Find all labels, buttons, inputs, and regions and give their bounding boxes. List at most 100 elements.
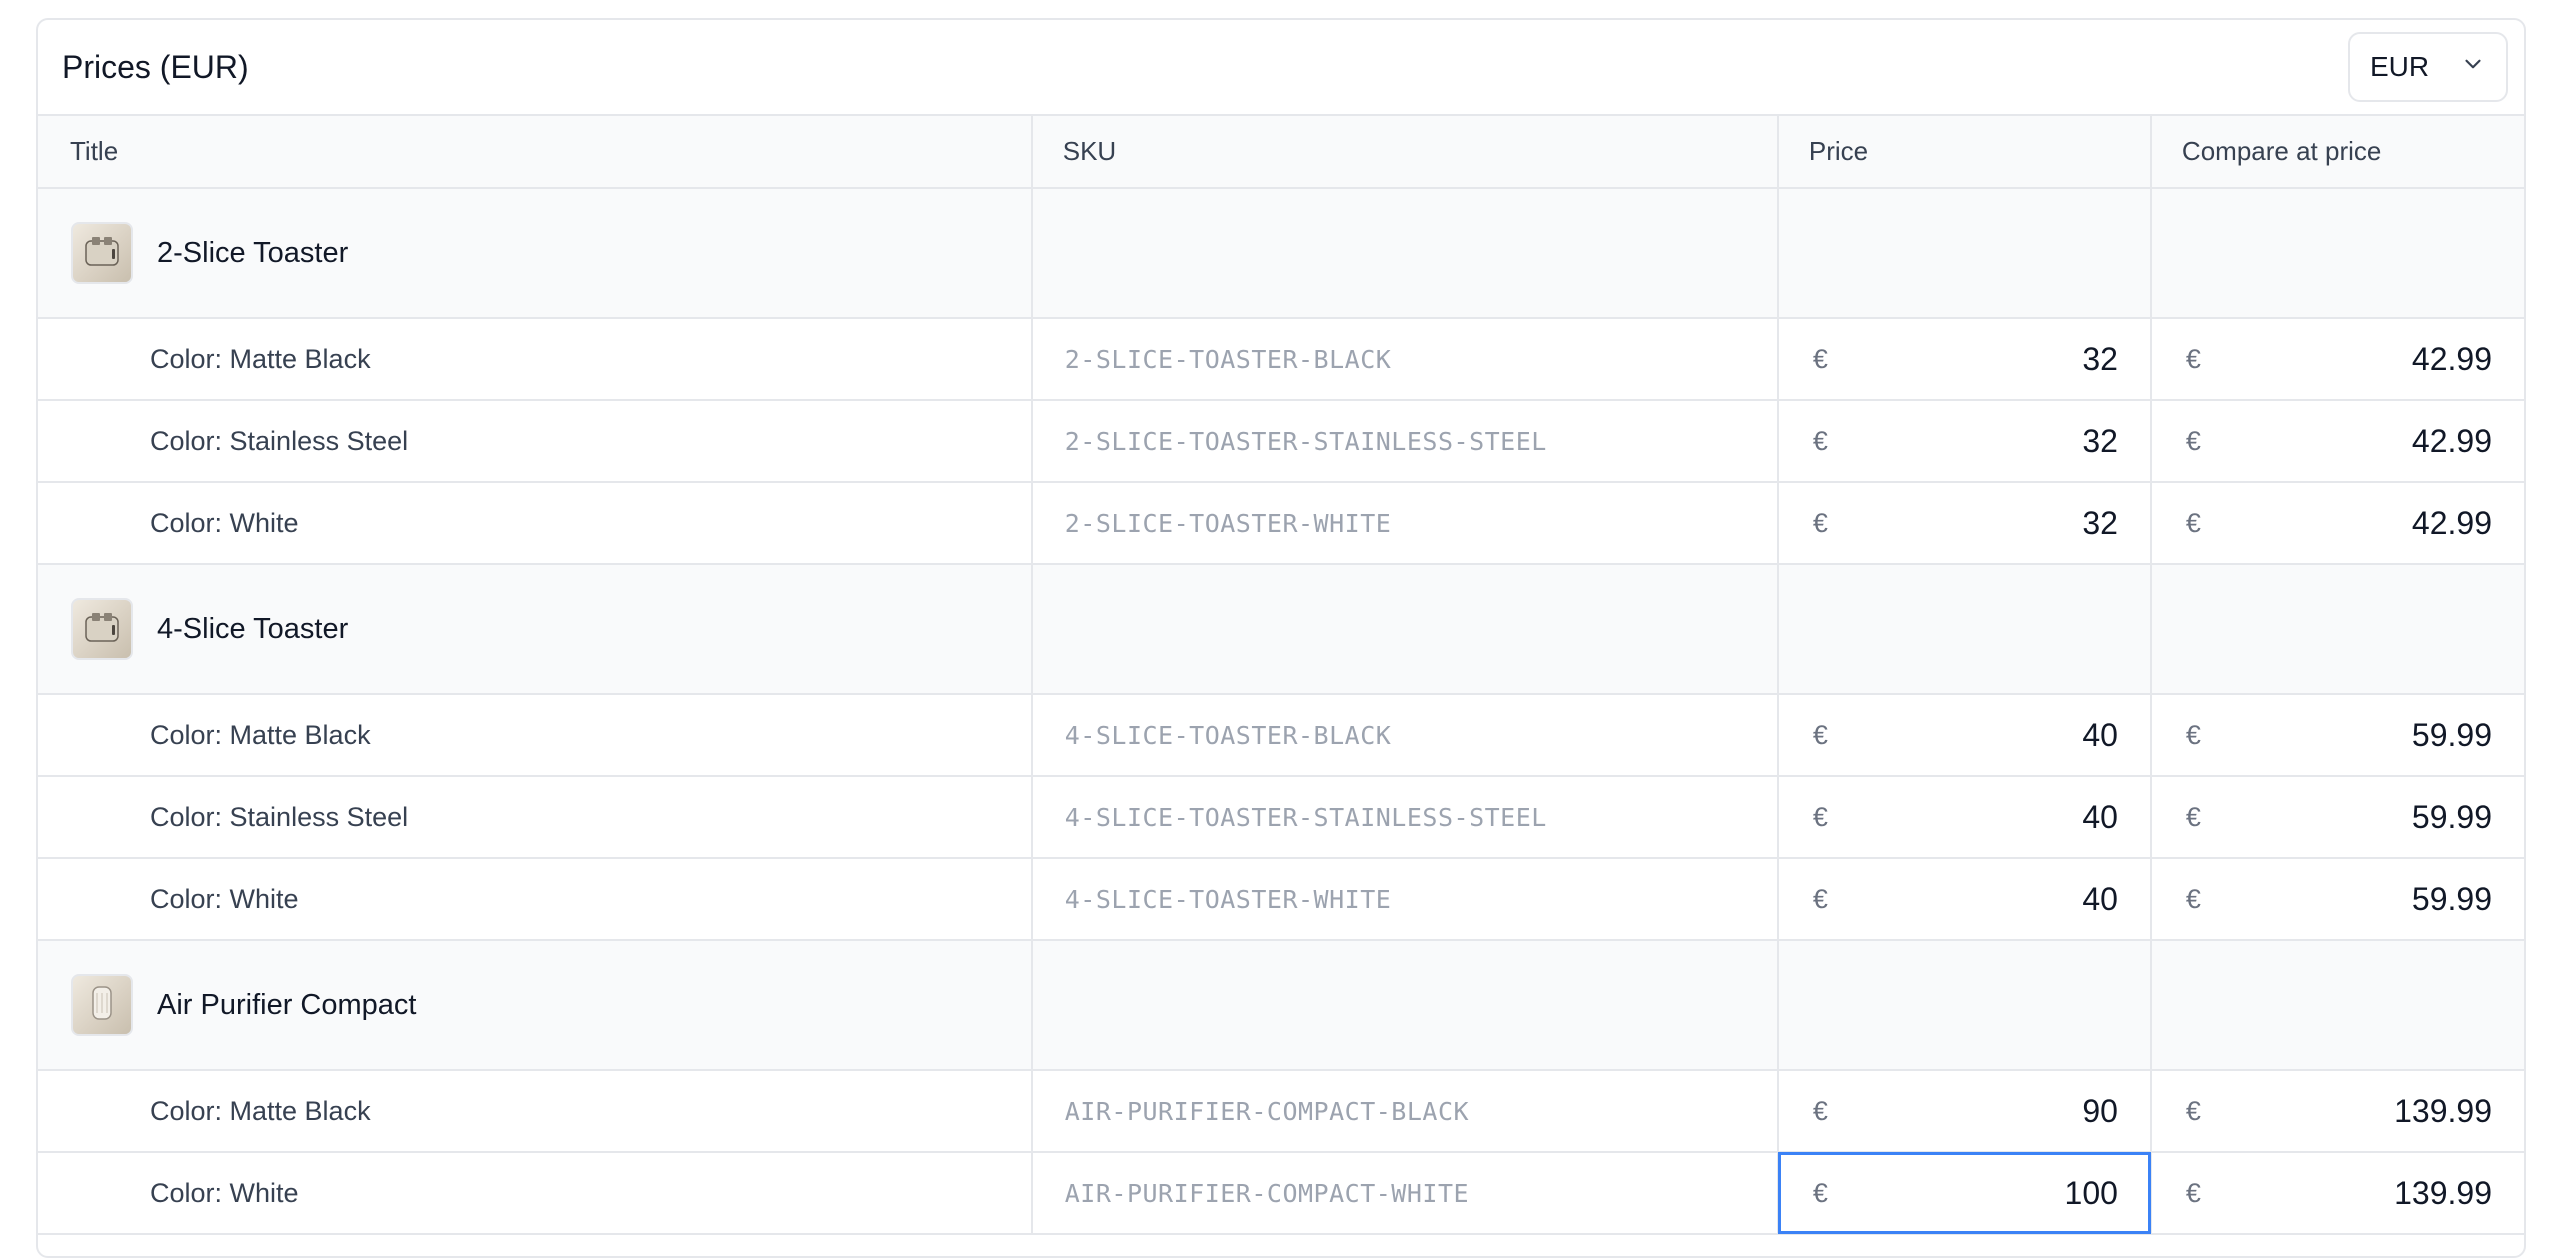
compare-at-price-input[interactable]: € 42.99 xyxy=(2150,400,2524,483)
prices-table: Title SKU Price Compare at price 2-Slice… xyxy=(38,116,2524,1235)
compare-at-price-value: 59.99 xyxy=(2411,716,2492,753)
compare-at-price-input[interactable]: € 139.99 xyxy=(2150,1152,2524,1235)
currency-symbol: € xyxy=(2185,343,2201,374)
compare-at-price-value: 42.99 xyxy=(2411,340,2492,377)
price-value: 40 xyxy=(2082,716,2118,753)
currency-symbol: € xyxy=(2185,801,2201,832)
currency-select-value: EUR xyxy=(2370,51,2430,82)
variant-sku: AIR-PURIFIER-COMPACT-BLACK xyxy=(1031,1070,1779,1153)
page-title: Prices (EUR) xyxy=(62,48,249,85)
product-price-cell xyxy=(1777,188,2152,319)
variant-row: Color: White 4-SLICE-TOASTER-WHITE € 40 … xyxy=(38,858,2524,941)
price-input[interactable]: € 40 xyxy=(1777,858,2152,941)
compare-at-price-value: 139.99 xyxy=(2394,1174,2492,1211)
variant-sku: 2-SLICE-TOASTER-BLACK xyxy=(1031,318,1779,401)
compare-at-price-input[interactable]: € 42.99 xyxy=(2150,482,2524,565)
column-header-title: Title xyxy=(38,116,1033,189)
product-sku-cell xyxy=(1031,188,1779,319)
compare-at-price-input[interactable]: € 59.99 xyxy=(2150,694,2524,777)
product-price-cell xyxy=(1777,940,2152,1071)
currency-symbol: € xyxy=(2185,719,2201,750)
variant-row: Color: Matte Black 4-SLICE-TOASTER-BLACK… xyxy=(38,694,2524,777)
column-header-sku: SKU xyxy=(1031,116,1779,189)
price-value: 32 xyxy=(2082,422,2118,459)
compare-at-price-value: 59.99 xyxy=(2411,880,2492,917)
price-input[interactable]: € 100 xyxy=(1776,1151,2152,1235)
variant-row: Color: Matte Black AIR-PURIFIER-COMPACT-… xyxy=(38,1070,2524,1153)
currency-symbol: € xyxy=(1812,425,1828,456)
product-thumbnail xyxy=(71,598,133,660)
compare-at-price-value: 42.99 xyxy=(2411,422,2492,459)
price-input[interactable]: € 32 xyxy=(1777,318,2152,401)
product-name: Air Purifier Compact xyxy=(157,988,417,1021)
variant-row: Color: Stainless Steel 4-SLICE-TOASTER-S… xyxy=(38,776,2524,859)
variant-sku: 4-SLICE-TOASTER-STAINLESS-STEEL xyxy=(1031,776,1779,859)
product-row: 4-Slice Toaster xyxy=(38,564,2524,695)
currency-symbol: € xyxy=(1812,719,1828,750)
variant-title: Color: Matte Black xyxy=(38,694,1033,777)
price-input[interactable]: € 90 xyxy=(1777,1070,2152,1153)
air-purifier-icon xyxy=(80,981,124,1030)
table-body: 2-Slice Toaster Color: Matte Black 2-SLI… xyxy=(38,188,2524,1235)
variant-title: Color: Stainless Steel xyxy=(38,776,1033,859)
prices-card: Prices (EUR) EUR Title SKU Price Compare… xyxy=(36,18,2526,1258)
variant-sku: 4-SLICE-TOASTER-WHITE xyxy=(1031,858,1779,941)
product-compare-cell xyxy=(2150,564,2524,695)
variant-sku: 2-SLICE-TOASTER-WHITE xyxy=(1031,482,1779,565)
currency-select[interactable]: EUR xyxy=(2348,32,2508,102)
variant-sku: AIR-PURIFIER-COMPACT-WHITE xyxy=(1031,1152,1779,1235)
card-header: Prices (EUR) EUR xyxy=(38,20,2524,116)
compare-at-price-value: 42.99 xyxy=(2411,504,2492,541)
price-value: 100 xyxy=(2064,1174,2118,1211)
toaster-icon xyxy=(80,605,124,654)
variant-row: Color: White AIR-PURIFIER-COMPACT-WHITE … xyxy=(38,1151,2524,1235)
price-input[interactable]: € 40 xyxy=(1777,694,2152,777)
compare-at-price-input[interactable]: € 59.99 xyxy=(2150,776,2524,859)
price-value: 40 xyxy=(2082,798,2118,835)
product-compare-cell xyxy=(2150,940,2524,1071)
product-thumbnail xyxy=(71,974,133,1036)
price-value: 40 xyxy=(2082,880,2118,917)
variant-title: Color: Matte Black xyxy=(38,1070,1033,1153)
currency-symbol: € xyxy=(2185,1177,2201,1208)
compare-at-price-input[interactable]: € 59.99 xyxy=(2150,858,2524,941)
product-price-cell xyxy=(1777,564,2152,695)
variant-row: Color: White 2-SLICE-TOASTER-WHITE € 32 … xyxy=(38,482,2524,565)
variant-title: Color: Matte Black xyxy=(38,318,1033,401)
variant-title: Color: White xyxy=(38,858,1033,941)
currency-symbol: € xyxy=(1812,883,1828,914)
toaster-icon xyxy=(80,229,124,278)
price-value: 32 xyxy=(2082,504,2118,541)
currency-symbol: € xyxy=(1812,507,1828,538)
product-name: 2-Slice Toaster xyxy=(157,236,349,269)
product-title-cell: 2-Slice Toaster xyxy=(38,188,1033,319)
product-row: Air Purifier Compact xyxy=(38,940,2524,1071)
variant-sku: 4-SLICE-TOASTER-BLACK xyxy=(1031,694,1779,777)
currency-symbol: € xyxy=(2185,1095,2201,1126)
column-header-compare-at-price: Compare at price xyxy=(2150,116,2524,189)
compare-at-price-input[interactable]: € 42.99 xyxy=(2150,318,2524,401)
currency-symbol: € xyxy=(1812,1177,1828,1208)
variant-sku: 2-SLICE-TOASTER-STAINLESS-STEEL xyxy=(1031,400,1779,483)
chevron-down-icon xyxy=(2460,51,2486,84)
price-value: 90 xyxy=(2082,1092,2118,1129)
currency-symbol: € xyxy=(1812,1095,1828,1126)
compare-at-price-input[interactable]: € 139.99 xyxy=(2150,1070,2524,1153)
price-input[interactable]: € 32 xyxy=(1777,400,2152,483)
variant-row: Color: Stainless Steel 2-SLICE-TOASTER-S… xyxy=(38,400,2524,483)
variant-title: Color: White xyxy=(38,1152,1033,1235)
product-title-cell: Air Purifier Compact xyxy=(38,940,1033,1071)
price-input[interactable]: € 40 xyxy=(1777,776,2152,859)
product-row: 2-Slice Toaster xyxy=(38,188,2524,319)
currency-symbol: € xyxy=(2185,425,2201,456)
column-header-price: Price xyxy=(1777,116,2152,189)
price-value: 32 xyxy=(2082,340,2118,377)
product-compare-cell xyxy=(2150,188,2524,319)
product-name: 4-Slice Toaster xyxy=(157,612,349,645)
currency-symbol: € xyxy=(2185,883,2201,914)
product-title-cell: 4-Slice Toaster xyxy=(38,564,1033,695)
compare-at-price-value: 139.99 xyxy=(2394,1092,2492,1129)
compare-at-price-value: 59.99 xyxy=(2411,798,2492,835)
price-input[interactable]: € 32 xyxy=(1777,482,2152,565)
variant-title: Color: White xyxy=(38,482,1033,565)
